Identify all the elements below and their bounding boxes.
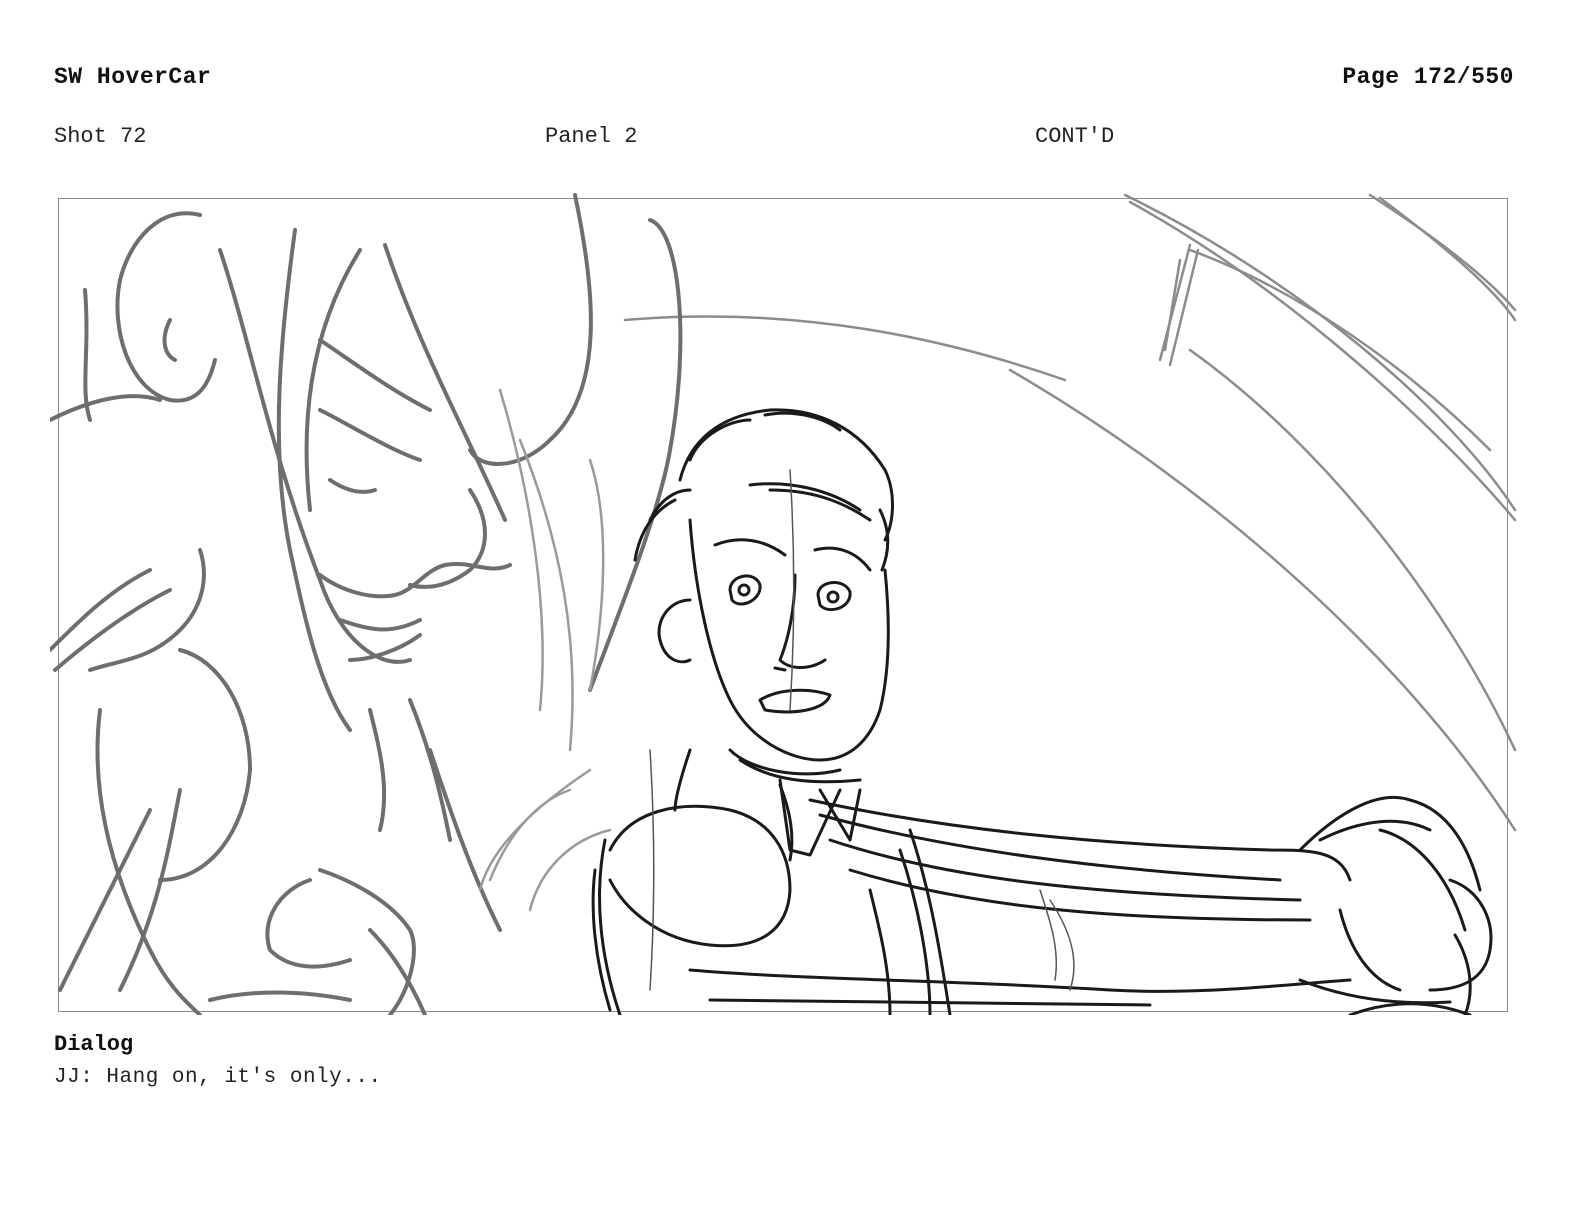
woman-sketch: [50, 193, 683, 1015]
storyboard-sketch: [50, 193, 1517, 1015]
continued-label: CONT'D: [1035, 124, 1115, 149]
shot-number: Shot 72: [54, 124, 147, 149]
man-light-lines: [649, 469, 1075, 991]
page-number: Page 172/550: [1342, 64, 1514, 90]
panel-number: Panel 2: [545, 124, 638, 149]
project-title: SW HoverCar: [54, 64, 212, 90]
dialog-label: Dialog: [54, 1032, 134, 1057]
woman-hair-light: [478, 388, 612, 912]
man-sketch: [591, 408, 1493, 1015]
dialog-text: JJ: Hang on, it's only...: [54, 1066, 382, 1089]
